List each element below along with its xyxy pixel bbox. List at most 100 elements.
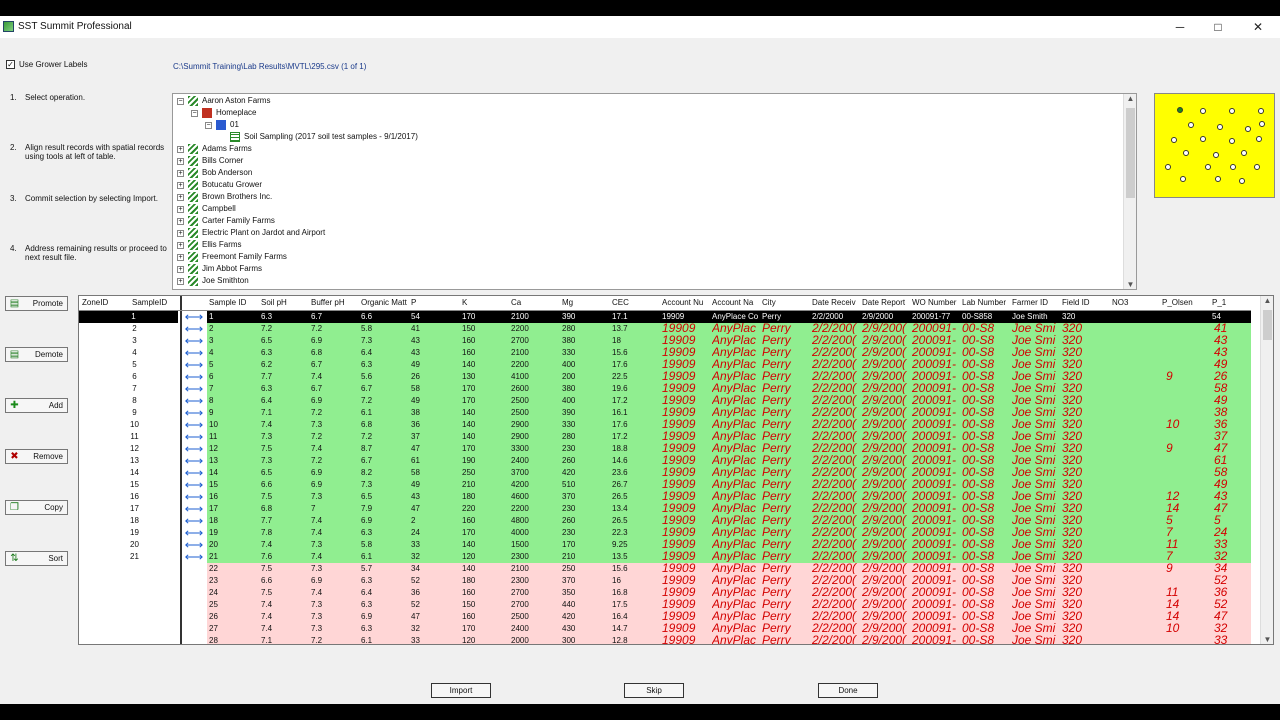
sample-point[interactable] (1229, 108, 1235, 114)
sample-id-cell[interactable]: 7 (79, 383, 180, 395)
sample-id-cell[interactable]: 16 (79, 491, 180, 503)
column-header-zoneid[interactable]: ZoneID (82, 296, 108, 310)
sample-point[interactable] (1259, 121, 1265, 127)
collapse-icon[interactable]: − (205, 122, 212, 129)
expand-icon[interactable]: + (177, 206, 184, 213)
expand-icon[interactable]: + (177, 158, 184, 165)
sample-point[interactable] (1205, 164, 1211, 170)
sample-point[interactable] (1171, 137, 1177, 143)
demote-button[interactable]: ▤ Demote (5, 347, 68, 362)
expand-icon[interactable]: + (177, 242, 184, 249)
field-map-preview[interactable] (1154, 93, 1275, 198)
column-header[interactable]: Account Nu (662, 296, 710, 310)
close-button[interactable]: ✕ (1250, 19, 1266, 35)
expand-icon[interactable]: + (177, 218, 184, 225)
sample-point[interactable] (1215, 176, 1221, 182)
sample-id-cell[interactable]: 18 (79, 515, 180, 527)
sample-id-cell[interactable]: 20 (79, 539, 180, 551)
column-header[interactable]: Date Receiv (812, 296, 860, 310)
link-arrow-icon[interactable]: ⟷ (183, 550, 205, 563)
expand-icon[interactable]: + (177, 194, 184, 201)
column-header[interactable]: NO3 (1112, 296, 1160, 310)
promote-button[interactable]: ▤ Promote (5, 296, 68, 311)
sample-point[interactable] (1200, 108, 1206, 114)
column-header[interactable]: Field ID (1062, 296, 1110, 310)
results-table[interactable]: ▲ ▼ ZoneID SampleID 1 ⟷ 2 ⟷ 3 ⟷ 4 ⟷ 5 ⟷ 6 ⟷ 7 ⟷ 8 ⟷ 9 ⟷ 10 ⟷ 1… (78, 295, 1274, 645)
import-button[interactable]: Import (431, 683, 491, 698)
tree-scrollbar[interactable]: ▲ ▼ (1123, 94, 1136, 289)
sample-point[interactable] (1183, 150, 1189, 156)
scroll-up-icon[interactable]: ▲ (1124, 94, 1136, 103)
sample-id-cell[interactable]: 12 (79, 443, 180, 455)
column-header[interactable]: City (762, 296, 810, 310)
sample-id-cell[interactable]: 13 (79, 455, 180, 467)
column-header[interactable]: Mg (562, 296, 610, 310)
sort-button[interactable]: ⇅ Sort (5, 551, 68, 566)
expand-icon[interactable]: + (177, 146, 184, 153)
column-header[interactable]: Organic Matt (361, 296, 409, 310)
column-header[interactable]: Date Report (862, 296, 910, 310)
sample-point[interactable] (1217, 124, 1223, 130)
column-header[interactable]: K (462, 296, 508, 310)
sample-point[interactable] (1200, 136, 1206, 142)
sample-point[interactable] (1239, 178, 1245, 184)
sample-id-cell[interactable]: 17 (79, 503, 180, 515)
remove-button[interactable]: ✖ Remove (5, 449, 68, 464)
sample-point[interactable] (1213, 152, 1219, 158)
sample-id-cell[interactable]: 11 (79, 431, 180, 443)
expand-icon[interactable]: + (177, 278, 184, 285)
column-header[interactable]: Buffer pH (311, 296, 359, 310)
maximize-button[interactable]: □ (1210, 19, 1226, 35)
sample-id-cell[interactable]: 3 (79, 335, 180, 347)
column-header[interactable]: P_Olsen (1162, 296, 1210, 310)
scroll-up-icon[interactable]: ▲ (1261, 296, 1273, 305)
sample-id-cell[interactable]: 2 (79, 323, 180, 335)
sample-point[interactable] (1230, 164, 1236, 170)
column-header[interactable]: CEC (612, 296, 660, 310)
copy-button[interactable]: ❐ Copy (5, 500, 68, 515)
scroll-thumb[interactable] (1126, 108, 1135, 198)
column-header[interactable]: P (411, 296, 459, 310)
column-header[interactable]: Ca (511, 296, 559, 310)
collapse-icon[interactable]: − (191, 110, 198, 117)
sample-point[interactable] (1258, 108, 1264, 114)
sample-id-cell[interactable]: 10 (79, 419, 180, 431)
column-header[interactable]: Lab Number (962, 296, 1010, 310)
column-header[interactable]: Sample ID (209, 296, 259, 310)
expand-icon[interactable]: + (177, 266, 184, 273)
column-header[interactable]: P_1 (1212, 296, 1260, 310)
column-header-sampleid[interactable]: SampleID (132, 296, 167, 310)
sample-point[interactable] (1256, 136, 1262, 142)
sample-id-cell[interactable]: 6 (79, 371, 180, 383)
sample-id-cell[interactable]: 4 (79, 347, 180, 359)
column-header[interactable]: Soil pH (261, 296, 309, 310)
sample-id-cell[interactable]: 14 (79, 467, 180, 479)
table-row[interactable]: 28 7.1 7.2 6.1 33 120 2000 300 12.8 19909 AnyPlac P… (207, 634, 1251, 644)
scroll-thumb[interactable] (1263, 310, 1272, 340)
expand-icon[interactable]: + (177, 182, 184, 189)
expand-icon[interactable]: + (177, 230, 184, 237)
sample-id-cell[interactable]: 8 (79, 395, 180, 407)
add-button[interactable]: ✚ Add (5, 398, 68, 413)
expand-icon[interactable]: + (177, 254, 184, 261)
sample-point[interactable] (1229, 138, 1235, 144)
column-header[interactable]: Account Na (712, 296, 760, 310)
operation-tree[interactable]: ▲ ▼ − Aaron Aston Farms − Homeplace −01 Soil … (172, 93, 1137, 290)
sample-point[interactable] (1188, 122, 1194, 128)
sample-id-cell[interactable]: 9 (79, 407, 180, 419)
collapse-icon[interactable]: − (177, 98, 184, 105)
sample-point[interactable] (1241, 150, 1247, 156)
sample-point[interactable] (1177, 107, 1183, 113)
sample-point[interactable] (1245, 126, 1251, 132)
column-header[interactable]: Farmer ID (1012, 296, 1060, 310)
sample-id-cell[interactable]: 15 (79, 479, 180, 491)
done-button[interactable]: Done (818, 683, 878, 698)
minimize-button[interactable]: ─ (1172, 19, 1188, 35)
skip-button[interactable]: Skip (624, 683, 684, 698)
use-grower-labels-checkbox[interactable]: ✓ (6, 60, 15, 69)
sample-id-cell[interactable]: 1 (79, 311, 178, 323)
sample-id-cell[interactable]: 19 (79, 527, 180, 539)
sample-point[interactable] (1254, 164, 1260, 170)
column-header[interactable]: WO Number (912, 296, 960, 310)
sample-point[interactable] (1180, 176, 1186, 182)
